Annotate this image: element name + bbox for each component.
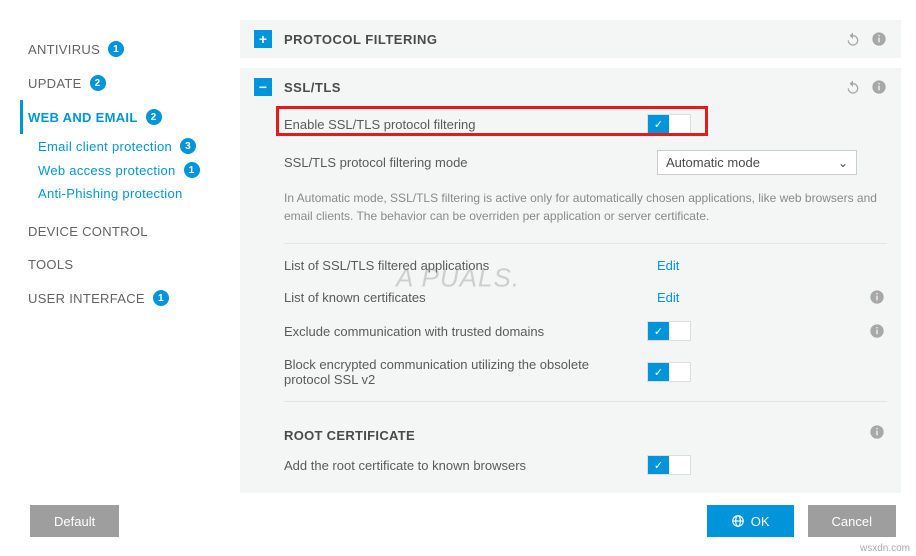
sidebar-item-user-interface[interactable]: USER INTERFACE 1 bbox=[20, 281, 230, 315]
toggle-block-sslv2[interactable]: ✓ bbox=[647, 362, 691, 382]
badge: 1 bbox=[153, 290, 169, 306]
badge: 2 bbox=[90, 75, 106, 91]
sidebar-item-label: Anti-Phishing protection bbox=[38, 186, 183, 201]
sidebar-item-email-client-protection[interactable]: Email client protection 3 bbox=[20, 134, 230, 158]
help-text: In Automatic mode, SSL/TLS filtering is … bbox=[284, 183, 887, 237]
row-label: Add the root certificate to known browse… bbox=[284, 458, 637, 473]
row-known-certs: List of known certificates Edit bbox=[284, 281, 887, 313]
sidebar-item-device-control[interactable]: DEVICE CONTROL bbox=[20, 215, 230, 248]
default-button[interactable]: Default bbox=[30, 505, 119, 537]
divider bbox=[284, 243, 887, 244]
info-icon[interactable] bbox=[869, 424, 885, 440]
row-filtering-mode: SSL/TLS protocol filtering mode Automati… bbox=[284, 142, 887, 183]
select-value: Automatic mode bbox=[666, 155, 760, 170]
panel-title: PROTOCOL FILTERING bbox=[284, 32, 833, 47]
row-block-sslv2: Block encrypted communication utilizing … bbox=[284, 349, 887, 395]
badge: 1 bbox=[184, 162, 200, 178]
row-label: List of SSL/TLS filtered applications bbox=[284, 258, 647, 273]
sidebar-item-web-access-protection[interactable]: Web access protection 1 bbox=[20, 158, 230, 182]
row-root-cert: Add the root certificate to known browse… bbox=[284, 447, 887, 483]
panel-title: SSL/TLS bbox=[284, 80, 833, 95]
info-icon[interactable] bbox=[871, 31, 887, 47]
link-edit-certs[interactable]: Edit bbox=[657, 290, 857, 305]
expand-icon[interactable] bbox=[254, 30, 272, 48]
sidebar-item-update[interactable]: UPDATE 2 bbox=[20, 66, 230, 100]
toggle-enable-ssl-tls[interactable]: ✓ bbox=[647, 114, 691, 134]
panel-protocol-filtering: PROTOCOL FILTERING bbox=[240, 20, 901, 58]
chevron-down-icon: ⌄ bbox=[838, 156, 848, 170]
sidebar-item-label: UPDATE bbox=[28, 76, 82, 91]
info-icon[interactable] bbox=[871, 79, 887, 95]
sidebar-item-label: DEVICE CONTROL bbox=[28, 224, 148, 239]
sidebar-item-tools[interactable]: TOOLS bbox=[20, 248, 230, 281]
row-label: Exclude communication with trusted domai… bbox=[284, 324, 637, 339]
check-icon: ✓ bbox=[648, 115, 669, 133]
sidebar-item-web-and-email[interactable]: WEB AND EMAIL 2 bbox=[20, 100, 230, 134]
section-title: ROOT CERTIFICATE bbox=[284, 416, 857, 447]
sidebar-item-label: TOOLS bbox=[28, 257, 73, 272]
sidebar-item-label: USER INTERFACE bbox=[28, 291, 145, 306]
revert-icon[interactable] bbox=[845, 79, 861, 95]
sidebar-item-label: ANTIVIRUS bbox=[28, 42, 100, 57]
sidebar: ANTIVIRUS 1 UPDATE 2 WEB AND EMAIL 2 Ema… bbox=[20, 20, 230, 505]
row-filtered-apps: List of SSL/TLS filtered applications Ed… bbox=[284, 250, 887, 281]
collapse-icon[interactable] bbox=[254, 78, 272, 96]
revert-icon[interactable] bbox=[845, 31, 861, 47]
cancel-button[interactable]: Cancel bbox=[808, 505, 896, 537]
info-icon[interactable] bbox=[869, 323, 885, 339]
row-enable-ssl-tls: Enable SSL/TLS protocol filtering ✓ bbox=[284, 106, 887, 142]
row-exclude-trusted: Exclude communication with trusted domai… bbox=[284, 313, 887, 349]
sidebar-item-label: Email client protection bbox=[38, 139, 172, 154]
corner-text: wsxdn.com bbox=[860, 543, 910, 554]
row-label: Enable SSL/TLS protocol filtering bbox=[284, 117, 637, 132]
divider bbox=[284, 401, 887, 402]
badge: 3 bbox=[180, 138, 196, 154]
footer: Default OK Cancel bbox=[0, 496, 916, 556]
globe-icon bbox=[731, 514, 745, 528]
row-label: SSL/TLS protocol filtering mode bbox=[284, 155, 647, 170]
button-label: OK bbox=[751, 514, 770, 529]
sidebar-item-antivirus[interactable]: ANTIVIRUS 1 bbox=[20, 32, 230, 66]
main-content: PROTOCOL FILTERING SSL/TLS Enab bbox=[240, 20, 906, 505]
badge: 2 bbox=[146, 109, 162, 125]
toggle-root-cert[interactable]: ✓ bbox=[647, 455, 691, 475]
sidebar-item-label: Web access protection bbox=[38, 163, 176, 178]
row-label: List of known certificates bbox=[284, 290, 647, 305]
link-edit-apps[interactable]: Edit bbox=[657, 258, 857, 273]
badge: 1 bbox=[108, 41, 124, 57]
select-filtering-mode[interactable]: Automatic mode ⌄ bbox=[657, 150, 857, 175]
sidebar-item-anti-phishing-protection[interactable]: Anti-Phishing protection bbox=[20, 182, 230, 205]
sidebar-item-label: WEB AND EMAIL bbox=[28, 110, 138, 125]
row-label: Block encrypted communication utilizing … bbox=[284, 357, 637, 387]
ok-button[interactable]: OK bbox=[707, 505, 794, 537]
panel-ssl-tls: SSL/TLS Enable SSL/TLS protocol filterin… bbox=[240, 68, 901, 493]
info-icon[interactable] bbox=[869, 289, 885, 305]
toggle-exclude-trusted[interactable]: ✓ bbox=[647, 321, 691, 341]
